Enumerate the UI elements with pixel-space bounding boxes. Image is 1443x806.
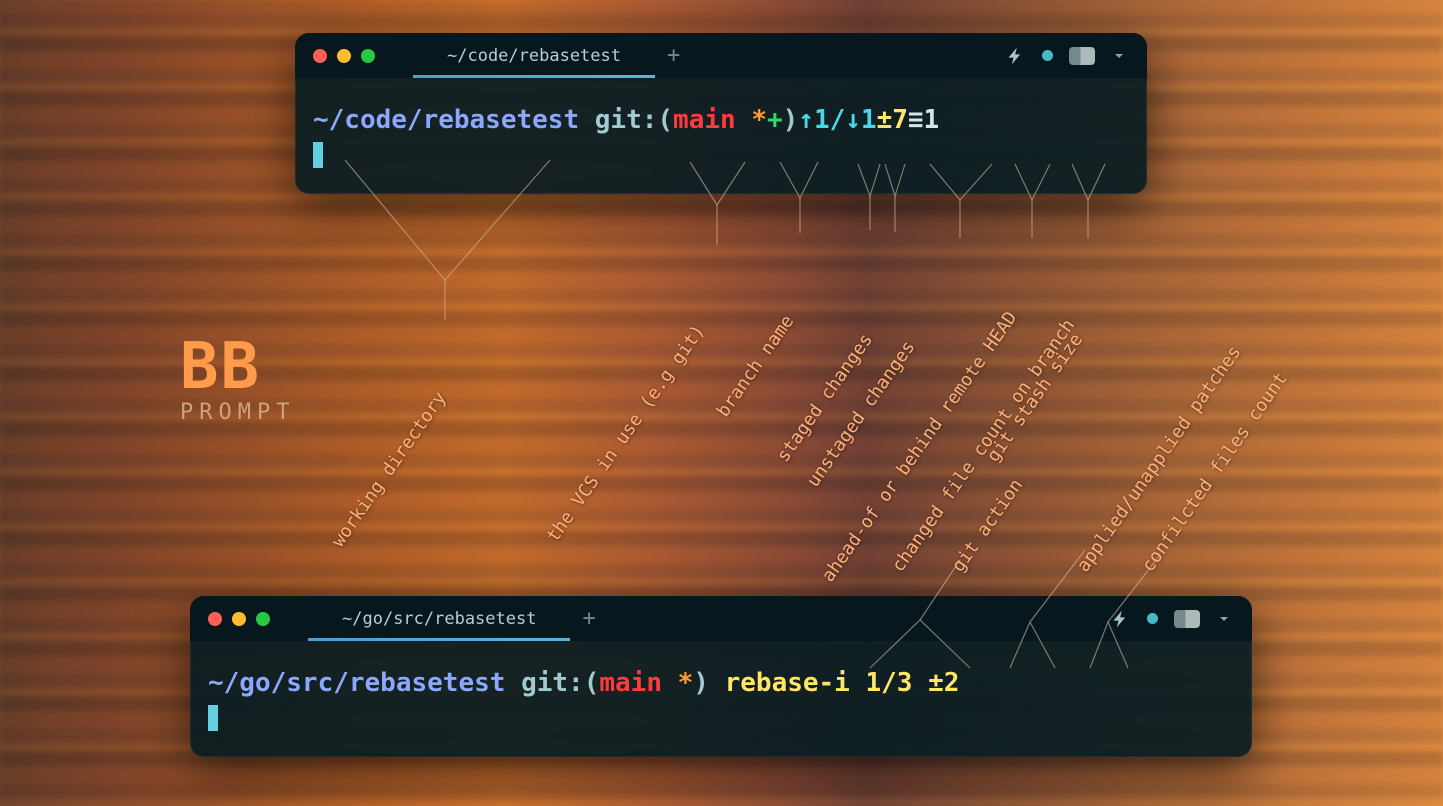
prompt-stash: ≡1 bbox=[908, 105, 939, 135]
traffic-lights bbox=[313, 49, 375, 63]
label-branch: branch name bbox=[713, 311, 799, 421]
status-dot-icon bbox=[1042, 50, 1053, 61]
titlebar: ~/go/src/rebasetest + bbox=[190, 596, 1252, 642]
prompt-git-action: rebase-i bbox=[725, 668, 850, 698]
new-tab-button[interactable]: + bbox=[582, 606, 595, 631]
close-icon[interactable] bbox=[208, 612, 222, 626]
status-dot-icon bbox=[1147, 613, 1158, 624]
zoom-icon[interactable] bbox=[256, 612, 270, 626]
split-pane-icon[interactable] bbox=[1069, 47, 1095, 65]
prompt-path: ~/code/rebasetest bbox=[313, 105, 579, 135]
prompt-conflicts: ±2 bbox=[928, 668, 959, 698]
titlebar: ~/code/rebasetest + bbox=[295, 33, 1147, 79]
terminal-window-bottom: ~/go/src/rebasetest + ~/go/src/rebasetes… bbox=[190, 596, 1252, 757]
label-vcs: the VCS in use (e.g git) bbox=[543, 321, 709, 546]
prompt-unstaged-marker: + bbox=[767, 105, 783, 135]
prompt-staged-marker: * bbox=[751, 105, 767, 135]
tab-title: ~/go/src/rebasetest bbox=[342, 609, 536, 629]
prompt-path: ~/go/src/rebasetest bbox=[208, 668, 505, 698]
new-tab-button[interactable]: + bbox=[667, 43, 680, 68]
logo: BB PROMPT bbox=[180, 330, 295, 425]
chevron-down-icon[interactable] bbox=[1216, 611, 1232, 627]
split-pane-icon[interactable] bbox=[1174, 610, 1200, 628]
prompt-branch: main bbox=[673, 105, 736, 135]
minimize-icon[interactable] bbox=[232, 612, 246, 626]
tab-title: ~/code/rebasetest bbox=[447, 46, 621, 66]
terminal-body[interactable]: ~/code/rebasetest git:(main *+)↑1/↓1±7≡1 bbox=[295, 79, 1147, 194]
paren-open: ( bbox=[584, 668, 600, 698]
terminal-body[interactable]: ~/go/src/rebasetest git:(main *) rebase-… bbox=[190, 642, 1252, 757]
bolt-icon[interactable] bbox=[1111, 609, 1131, 629]
label-working-directory: working directory bbox=[328, 388, 451, 551]
titlebar-right bbox=[1006, 33, 1127, 78]
paren-close: ) bbox=[693, 668, 709, 698]
tab-active[interactable]: ~/go/src/rebasetest bbox=[308, 596, 570, 641]
logo-title: BB bbox=[180, 330, 295, 404]
close-icon[interactable] bbox=[313, 49, 327, 63]
prompt-vcs: git: bbox=[521, 668, 584, 698]
terminal-window-top: ~/code/rebasetest + ~/code/rebasetest gi… bbox=[295, 33, 1147, 194]
traffic-lights bbox=[208, 612, 270, 626]
prompt-branch: main bbox=[599, 668, 662, 698]
prompt-staged-marker: * bbox=[678, 668, 694, 698]
titlebar-right bbox=[1111, 596, 1232, 641]
paren-open: ( bbox=[657, 105, 673, 135]
zoom-icon[interactable] bbox=[361, 49, 375, 63]
tab-active[interactable]: ~/code/rebasetest bbox=[413, 33, 655, 78]
bolt-icon[interactable] bbox=[1006, 46, 1026, 66]
logo-subtitle: PROMPT bbox=[180, 400, 295, 425]
prompt-vcs: git: bbox=[595, 105, 658, 135]
paren-close: ) bbox=[783, 105, 799, 135]
minimize-icon[interactable] bbox=[337, 49, 351, 63]
prompt-changed-files: ±7 bbox=[877, 105, 908, 135]
prompt-ahead-behind: ↑1/↓1 bbox=[798, 105, 876, 135]
prompt-patches: 1/3 bbox=[866, 668, 913, 698]
cursor-icon bbox=[313, 142, 323, 168]
cursor-icon bbox=[208, 705, 218, 731]
chevron-down-icon[interactable] bbox=[1111, 48, 1127, 64]
